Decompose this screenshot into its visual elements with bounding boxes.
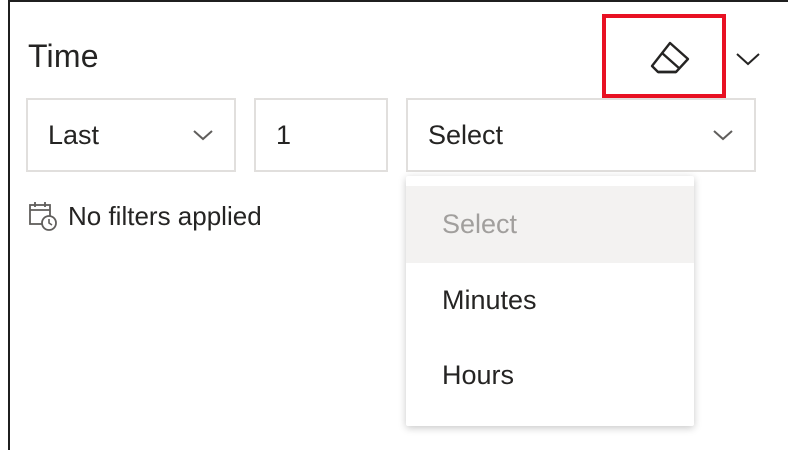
- filter-status-text: No filters applied: [68, 200, 262, 231]
- eraser-icon: [650, 41, 690, 74]
- amount-value: 1: [276, 119, 292, 150]
- dropdown-option-hours[interactable]: Hours: [406, 338, 694, 413]
- unit-dropdown-menu: Select Minutes Hours: [406, 176, 694, 426]
- amount-input[interactable]: 1: [254, 98, 388, 172]
- relative-mode-select[interactable]: Last: [26, 98, 236, 172]
- unit-select[interactable]: Select: [406, 98, 756, 172]
- chevron-down-icon: [192, 128, 214, 142]
- unit-value: Select: [428, 119, 504, 150]
- chevron-down-icon: [712, 128, 734, 142]
- dropdown-option-select[interactable]: Select: [406, 186, 694, 263]
- calendar-clock-icon: [28, 200, 58, 232]
- chevron-down-icon: [736, 53, 760, 66]
- clear-filter-button[interactable]: [645, 36, 695, 80]
- collapse-button[interactable]: [730, 44, 766, 74]
- dropdown-option-minutes[interactable]: Minutes: [406, 263, 694, 338]
- relative-mode-value: Last: [48, 119, 100, 150]
- filter-title: Time: [28, 38, 99, 74]
- filter-status: No filters applied: [28, 200, 262, 232]
